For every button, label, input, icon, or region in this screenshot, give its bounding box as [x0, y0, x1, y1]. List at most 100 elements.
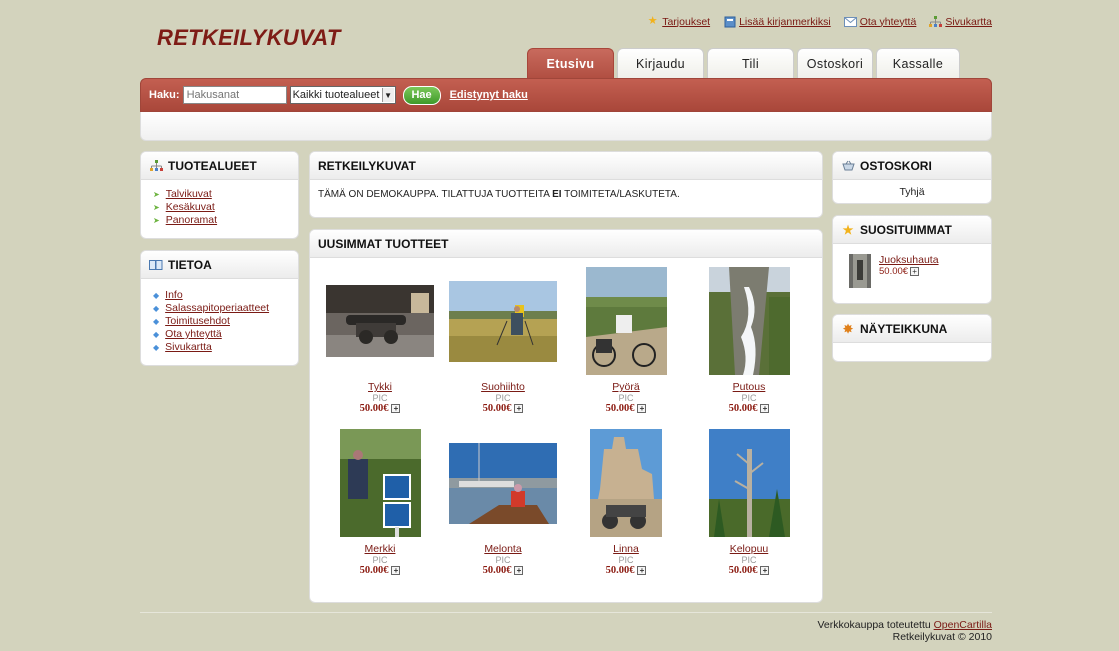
product-card: Merkki PIC 50.00€ + — [320, 428, 440, 576]
contact-link[interactable]: Ota yhteyttä — [860, 16, 917, 28]
add-to-cart-icon[interactable]: + — [760, 404, 770, 413]
chevron-down-icon: ▼ — [381, 88, 394, 102]
contact-link-group: Ota yhteyttä — [843, 15, 917, 28]
logo-part2: kuvat — [266, 25, 341, 50]
category-link-panoramat[interactable]: Panoramat — [166, 214, 217, 227]
product-price-row: 50.00€ + — [320, 565, 440, 576]
arrow-bullet-icon: ➤ — [153, 190, 160, 199]
product-price: 50.00€ — [359, 403, 389, 414]
add-to-cart-icon[interactable]: + — [514, 566, 524, 575]
category-link-kesakuvat[interactable]: Kesäkuvat — [166, 201, 215, 214]
product-name-link[interactable]: Suohiihto — [443, 381, 563, 393]
info-box: TIETOA ◆ Info ◆ Salassapitoperiaatteet ◆ To… — [140, 250, 299, 366]
list-item: ◆ Salassapitoperiaatteet — [153, 302, 298, 315]
book-icon — [149, 258, 163, 272]
welcome-title: RETKEILYKUVAT — [318, 158, 416, 173]
product-price-row: 50.00€ + — [566, 565, 686, 576]
product-image-kelopuu[interactable] — [708, 429, 790, 537]
product-image-tykki[interactable] — [326, 285, 434, 357]
offers-link[interactable]: Tarjoukset — [662, 16, 710, 28]
product-card: Pyörä PIC 50.00€ + — [566, 266, 686, 414]
product-price: 50.00€ — [359, 565, 389, 576]
product-name-link[interactable]: Tykki — [320, 381, 440, 393]
info-link-terms[interactable]: Toimitusehdot — [165, 315, 230, 328]
search-input[interactable] — [182, 86, 287, 104]
store-logo[interactable]: Retkeilykuvat — [157, 25, 341, 51]
bookmark-link-group: Lisää kirjanmerkiksi — [723, 15, 831, 28]
bestseller-price-row: 50.00€ + — [879, 266, 939, 277]
arrow-bullet-icon: ➤ — [153, 203, 160, 212]
add-to-cart-icon[interactable]: + — [391, 566, 401, 575]
tab-account[interactable]: Tili — [707, 48, 794, 78]
footer-copyright: Retkeilykuvat © 2010 — [892, 631, 992, 643]
add-to-cart-icon[interactable]: + — [391, 404, 401, 413]
product-name-link[interactable]: Putous — [689, 381, 809, 393]
product-name-link[interactable]: Merkki — [320, 543, 440, 555]
star-icon: ★ — [842, 222, 854, 237]
bestsellers-title: SUOSITUIMMAT — [860, 222, 952, 237]
opencart-link[interactable]: OpenCartilla — [934, 619, 992, 631]
info-link-privacy[interactable]: Salassapitoperiaatteet — [165, 302, 269, 315]
list-item: ◆ Ota yhteyttä — [153, 328, 298, 341]
arrow-bullet-icon: ➤ — [153, 216, 160, 225]
sitemap-icon — [929, 15, 943, 28]
product-name-link[interactable]: Kelopuu — [689, 543, 809, 555]
product-image-melonta[interactable] — [449, 442, 557, 524]
bestseller-name-link[interactable]: Juoksuhauta — [879, 254, 939, 266]
bookmark-link[interactable]: Lisää kirjanmerkiksi — [739, 16, 831, 28]
product-price: 50.00€ — [482, 565, 512, 576]
cart-title: OSTOSKORI — [860, 158, 932, 173]
logo-part1: Retkeily — [157, 25, 267, 50]
product-model: PIC — [372, 393, 388, 403]
product-name-link[interactable]: Pyörä — [566, 381, 686, 393]
product-name-link[interactable]: Melonta — [443, 543, 563, 555]
diamond-bullet-icon: ◆ — [153, 330, 160, 339]
product-price-row: 50.00€ + — [443, 565, 563, 576]
product-name-link[interactable]: Linna — [566, 543, 686, 555]
category-link-talvikuvat[interactable]: Talvikuvat — [166, 188, 212, 201]
diamond-bullet-icon: ◆ — [153, 304, 160, 313]
tab-home[interactable]: Etusivu — [527, 48, 614, 78]
welcome-header: RETKEILYKUVAT — [310, 152, 822, 180]
tab-login[interactable]: Kirjaudu — [617, 48, 704, 78]
add-to-cart-icon[interactable]: + — [910, 267, 920, 276]
add-to-cart-icon[interactable]: + — [514, 404, 524, 413]
info-link-contact[interactable]: Ota yhteyttä — [165, 328, 222, 341]
tab-cart[interactable]: Ostoskori — [797, 48, 873, 78]
sub-bar — [140, 112, 992, 141]
categories-header: TUOTEALUEET — [141, 152, 298, 180]
product-card: Suohiihto PIC 50.00€ + — [443, 266, 563, 414]
welcome-text-bold: EI — [552, 189, 562, 200]
bestsellers-box: ★ SUOSITUIMMAT Juoksuhauta 50.00€ + — [832, 215, 992, 304]
info-title: TIETOA — [168, 257, 212, 272]
product-image-putous[interactable] — [708, 267, 790, 375]
product-model: PIC — [741, 393, 757, 403]
advanced-search-link[interactable]: Edistynyt haku — [450, 89, 528, 101]
product-price-row: 50.00€ + — [320, 403, 440, 414]
product-image-pyora[interactable] — [585, 267, 667, 375]
product-image-linna[interactable] — [590, 429, 662, 537]
cart-box: OSTOSKORI Tyhjä — [832, 151, 992, 204]
latest-products-box: UUSIMMAT TUOTTEET Tykki PIC 50.00€ + Suo… — [309, 229, 823, 603]
product-price: 50.00€ — [728, 403, 758, 414]
search-button[interactable]: Hae — [402, 85, 441, 105]
tab-checkout[interactable]: Kassalle — [876, 48, 960, 78]
info-link-info[interactable]: Info — [165, 289, 183, 302]
product-image-juoksuhauta[interactable] — [849, 254, 871, 288]
info-link-sitemap[interactable]: Sivukartta — [165, 341, 212, 354]
bookmark-icon — [723, 15, 736, 28]
category-select[interactable]: Kaikki tuotealueet ▼ — [289, 86, 396, 104]
add-to-cart-icon[interactable]: + — [637, 404, 647, 413]
welcome-text-after: TOIMITETA/LASKUTETA. — [561, 189, 680, 200]
product-image-merkki[interactable] — [339, 429, 421, 537]
product-image-suohiihto[interactable] — [449, 280, 557, 362]
sitemap-link-group: Sivukartta — [929, 15, 992, 28]
add-to-cart-icon[interactable]: + — [760, 566, 770, 575]
sitemap-link[interactable]: Sivukartta — [945, 16, 992, 28]
page-container: Retkeilykuvat ★ Tarjoukset Lisää kirjanm… — [140, 0, 992, 651]
product-price-row: 50.00€ + — [689, 565, 809, 576]
add-to-cart-icon[interactable]: + — [637, 566, 647, 575]
search-bar: Haku: Kaikki tuotealueet ▼ Hae Edistynyt… — [140, 78, 992, 112]
product-model: PIC — [741, 555, 757, 565]
product-card: Kelopuu PIC 50.00€ + — [689, 428, 809, 576]
